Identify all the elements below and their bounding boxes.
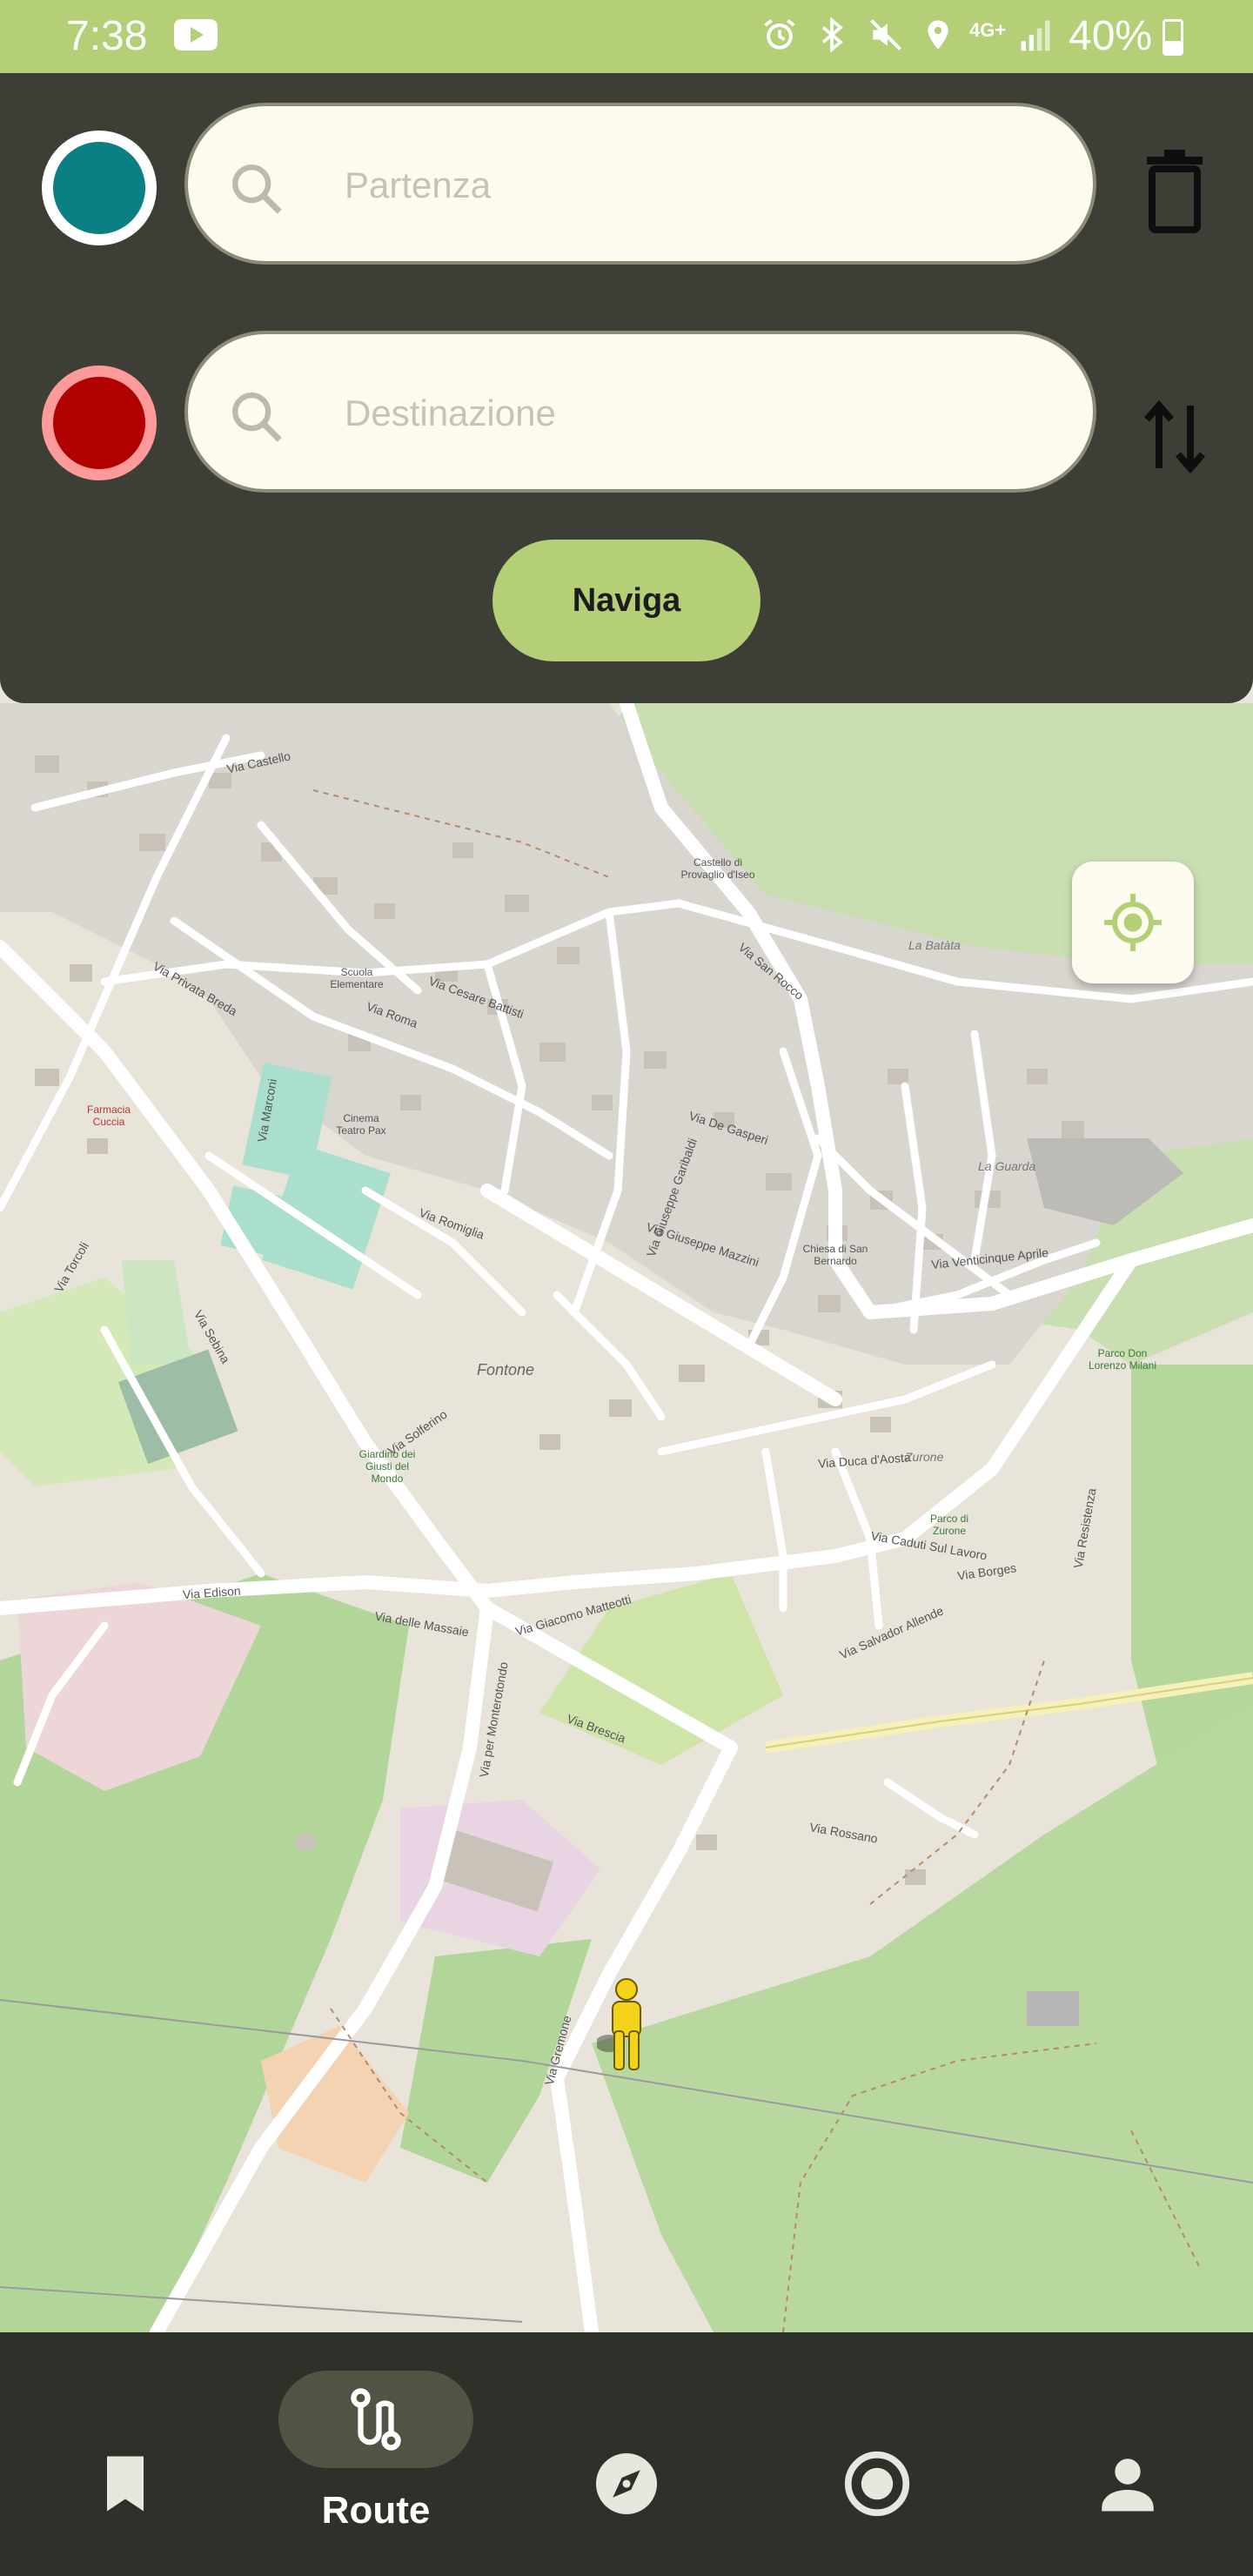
my-location-icon xyxy=(1104,894,1162,951)
swap-vert-icon xyxy=(1143,399,1206,474)
mute-icon xyxy=(870,19,901,50)
youtube-icon xyxy=(174,19,218,50)
map-label: La Guarda xyxy=(978,1159,1036,1173)
target-icon xyxy=(844,2451,910,2517)
signal-icon xyxy=(1021,20,1050,51)
network-type: 4G+ xyxy=(969,19,1007,41)
map-label: Giardino dei Giusti del Mondo xyxy=(358,1448,416,1485)
map-label: Scuola Elementare xyxy=(330,966,384,990)
alarm-icon xyxy=(764,19,795,50)
trash-icon xyxy=(1147,150,1203,233)
search-icon xyxy=(232,392,282,442)
nav-track[interactable] xyxy=(752,2332,1002,2576)
person-icon xyxy=(1102,2459,1154,2512)
my-location-button[interactable] xyxy=(1072,862,1194,983)
route-panel: Naviga xyxy=(0,73,1253,703)
destination-marker xyxy=(42,366,157,480)
route-icon xyxy=(351,2388,401,2451)
map-view[interactable]: Via Castello Via San Rocco Via Roma Via … xyxy=(0,703,1253,2332)
map-label: Castello di Provaglio d'Iseo xyxy=(680,856,755,881)
bottom-navigation: Route xyxy=(0,2332,1253,2576)
bookmark-icon xyxy=(107,2456,144,2512)
nav-bookmarks[interactable] xyxy=(0,2332,251,2576)
map-label: Cinema Teatro Pax xyxy=(336,1112,386,1137)
nav-route[interactable]: Route xyxy=(251,2332,501,2576)
map-tiles xyxy=(0,703,1253,2332)
compass-icon xyxy=(596,2453,657,2514)
clear-button[interactable] xyxy=(1138,148,1211,235)
map-label: Parco Don Lorenzo Milani xyxy=(1088,1347,1157,1372)
nav-profile[interactable] xyxy=(1002,2332,1253,2576)
navigate-button[interactable]: Naviga xyxy=(492,540,761,661)
start-input[interactable] xyxy=(343,141,1060,230)
nav-explore[interactable] xyxy=(501,2332,752,2576)
map-label: Fontone xyxy=(477,1361,535,1379)
destination-field[interactable] xyxy=(184,331,1096,493)
start-marker xyxy=(42,131,157,245)
nav-route-label: Route xyxy=(321,2489,431,2532)
start-field[interactable] xyxy=(184,103,1096,265)
bluetooth-icon xyxy=(821,17,843,53)
status-time: 7:38 xyxy=(66,13,148,59)
map-label: Farmacia Cuccia xyxy=(86,1104,131,1128)
map-label: Chiesa di San Bernardo xyxy=(802,1243,868,1267)
user-location-pin xyxy=(597,1977,653,2073)
status-bar: 7:38 4G+ 40% xyxy=(0,0,1253,73)
search-icon xyxy=(232,164,282,214)
battery-percent: 40% xyxy=(1069,13,1153,59)
map-label: Zurone xyxy=(905,1450,944,1464)
map-label: Parco di Zurone xyxy=(929,1513,969,1537)
destination-input[interactable] xyxy=(343,369,1060,458)
map-label: La Batàta xyxy=(908,938,961,952)
location-icon xyxy=(928,20,948,50)
swap-button[interactable] xyxy=(1138,393,1211,480)
battery-icon xyxy=(1163,19,1183,56)
